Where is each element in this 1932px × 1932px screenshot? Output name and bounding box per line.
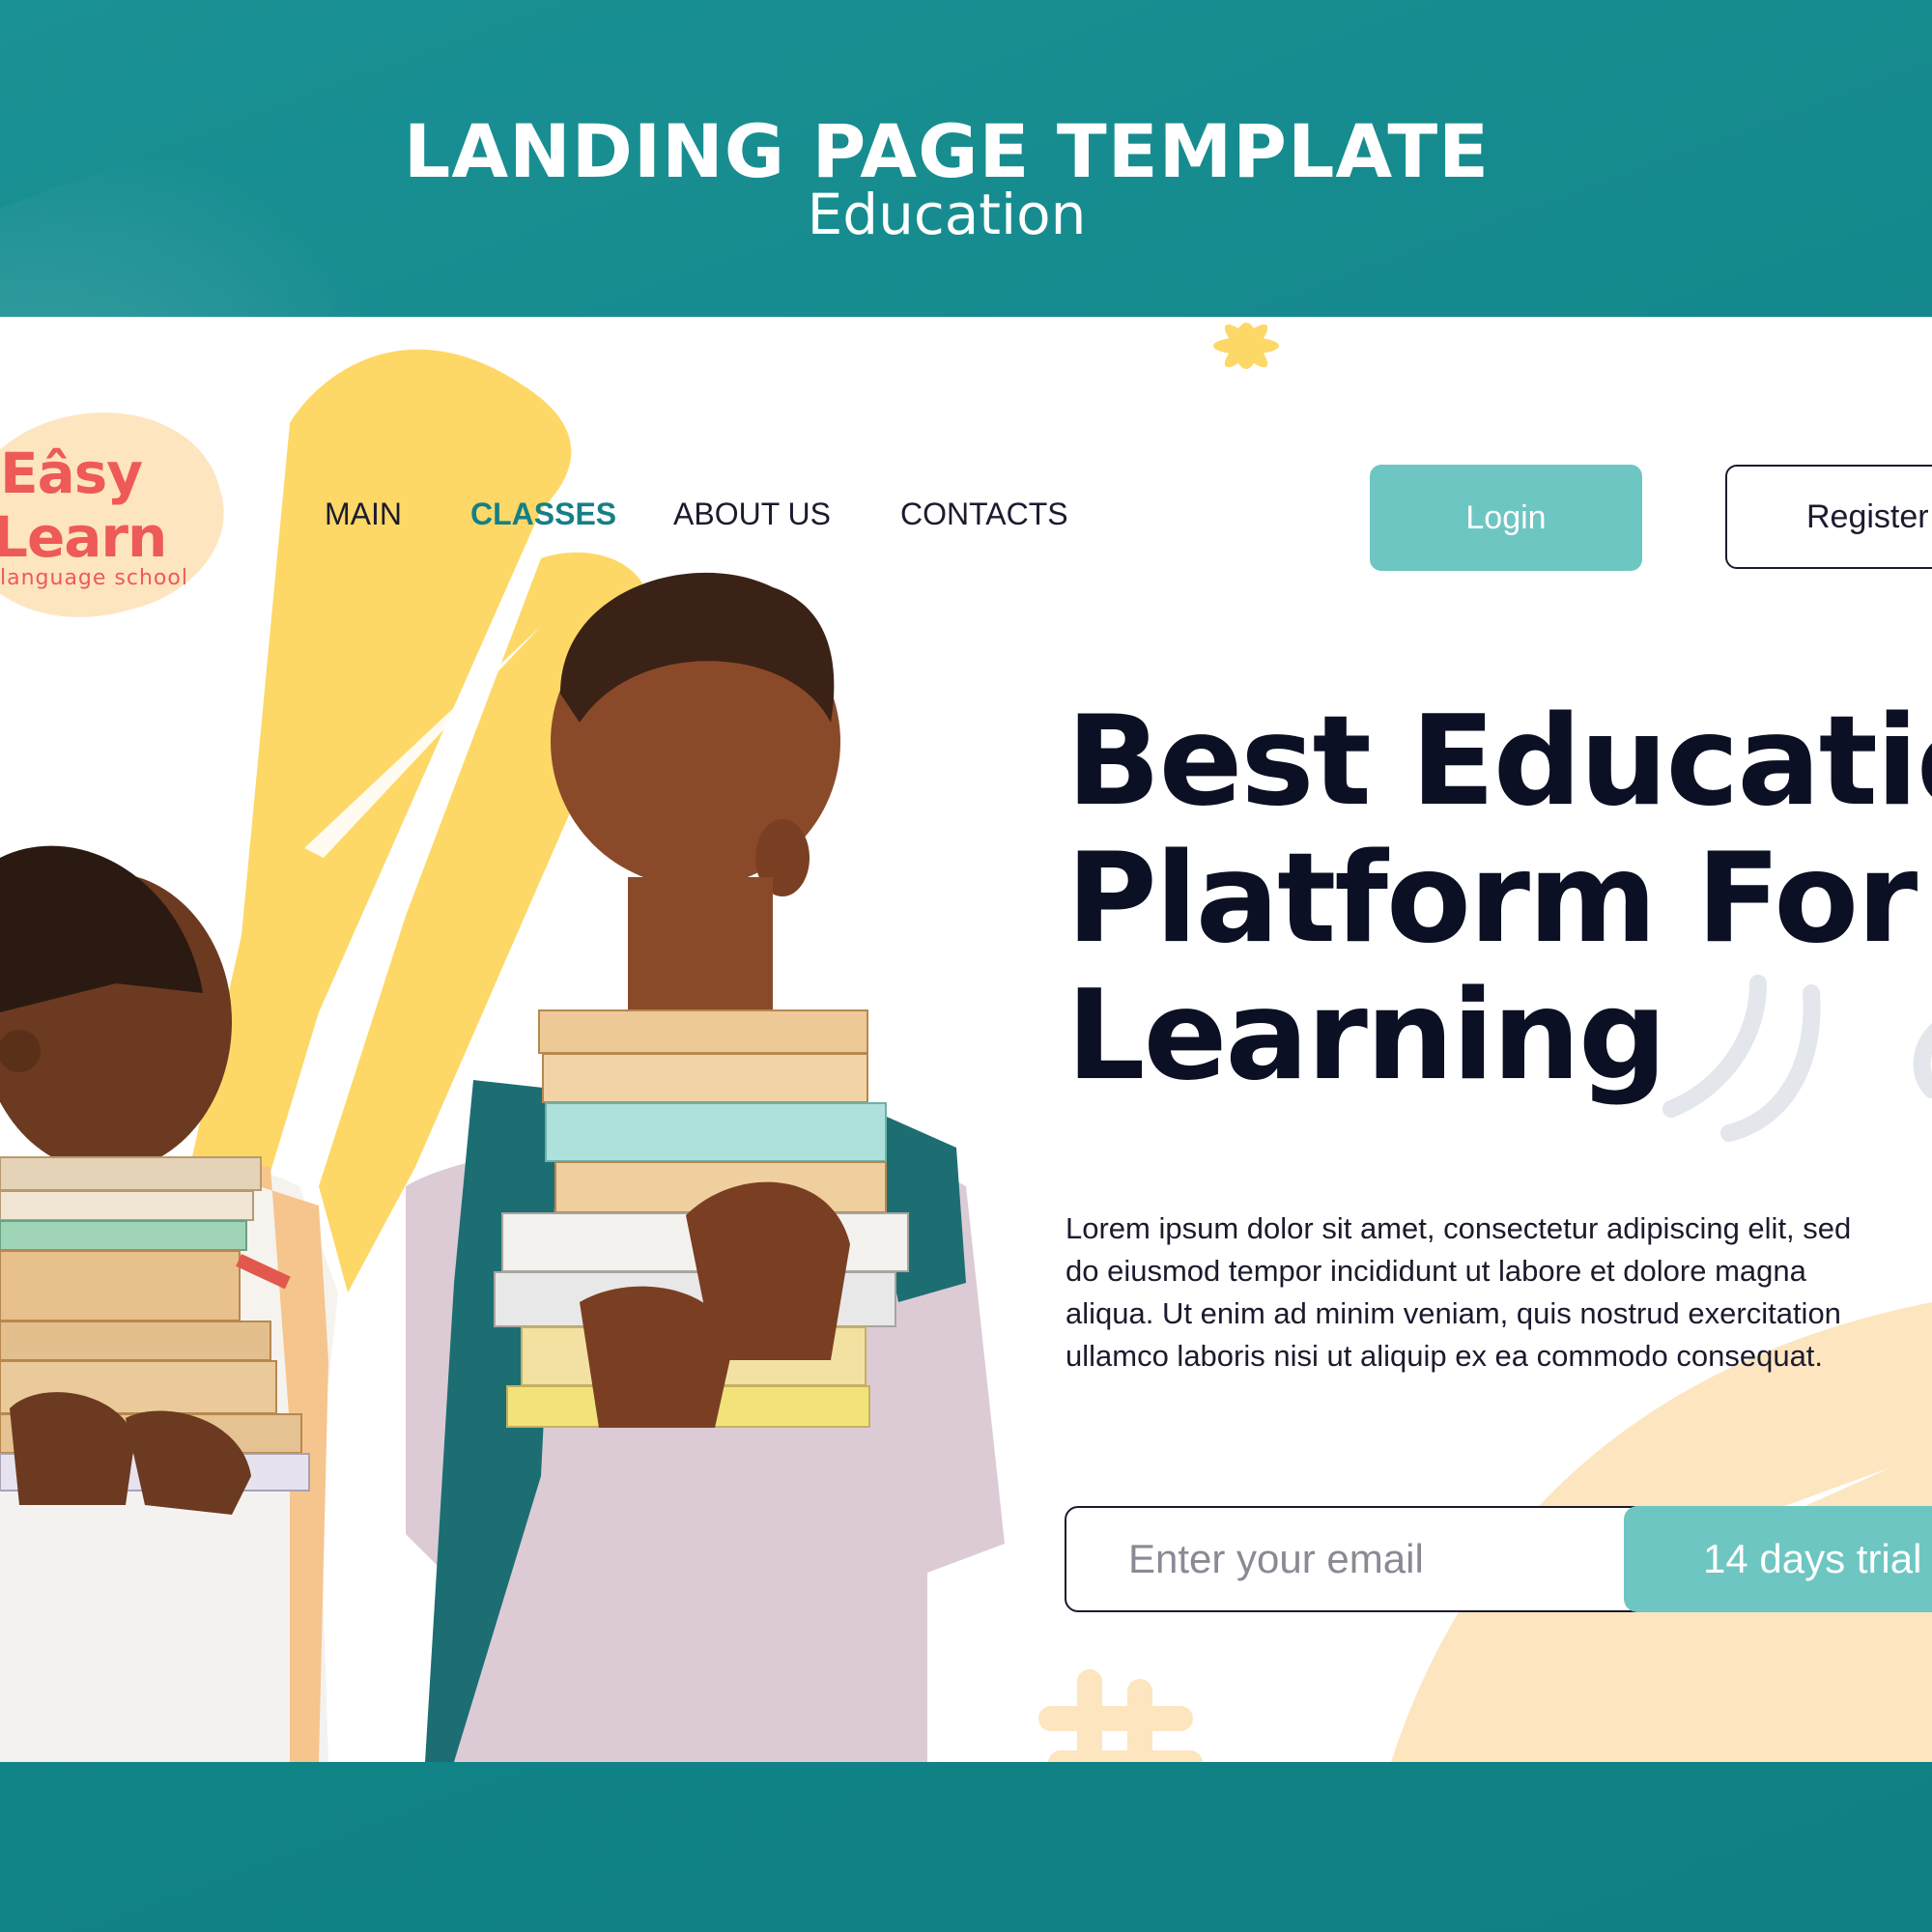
- asterisk-decoration-icon: [1213, 323, 1279, 369]
- banner-subtitle: Education: [807, 182, 1087, 247]
- hero-heading-line-2: Platform For: [1066, 827, 1918, 971]
- hero-heading: Best Education Platform For Learning: [1066, 694, 1932, 1105]
- trial-button[interactable]: 14 days trial: [1624, 1506, 1932, 1612]
- hero-heading-line-1: Best Education: [1066, 690, 1932, 834]
- hero-description: Lorem ipsum dolor sit amet, consectetur …: [1065, 1211, 1852, 1373]
- email-input[interactable]: [1066, 1508, 1662, 1610]
- landing-page-mockup: Eâsy Learn language school MAIN CLASSES …: [0, 317, 1932, 1762]
- email-field[interactable]: [1065, 1506, 1663, 1612]
- login-button[interactable]: Login: [1370, 465, 1642, 571]
- register-button[interactable]: Register: [1725, 465, 1932, 569]
- kids-with-books-photo: [0, 572, 1005, 1762]
- hash-decoration-icon: [1038, 1669, 1203, 1762]
- boy-book-stack: [494, 1009, 909, 1428]
- hero-heading-line-3: Learning: [1066, 964, 1667, 1108]
